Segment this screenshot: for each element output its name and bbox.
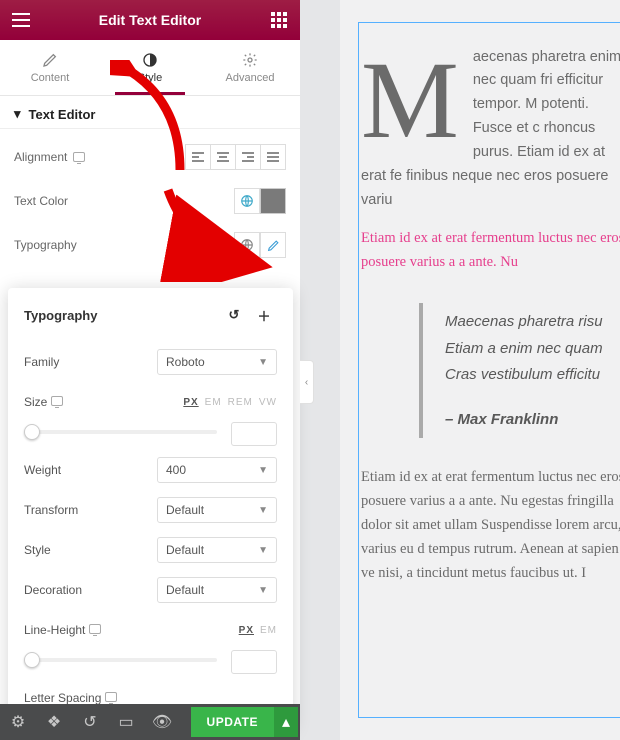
paragraph-highlight: Etiam id ex at erat fermentum luctus nec… (361, 227, 620, 275)
size-slider[interactable] (24, 422, 277, 440)
panel-title: Edit Text Editor (99, 12, 201, 28)
settings-icon[interactable]: ⚙ (0, 704, 36, 740)
paragraph: Etiam id ex at erat fermentum luctus nec… (361, 466, 620, 586)
editor-panel: Edit Text Editor Content Style Advanced … (0, 0, 300, 740)
lineheight-label: Line-Height (24, 623, 85, 637)
blockquote: Maecenas pharetra risu Etiam a enim nec … (419, 303, 620, 438)
transform-select[interactable]: Default▼ (157, 497, 277, 523)
popover-title: Typography (24, 308, 97, 323)
chevron-down-icon: ▼ (258, 545, 268, 556)
decoration-select[interactable]: Default▼ (157, 577, 277, 603)
typography-label: Typography (14, 238, 77, 252)
control-text-color: Text Color (14, 179, 286, 223)
paragraph: Maecenas pharetra enim nec quam fri effi… (361, 46, 620, 213)
quote-text: Maecenas pharetra risu Etiam a enim nec … (445, 313, 603, 383)
control-typography: Typography (14, 223, 286, 267)
reset-button[interactable]: ↺ (221, 302, 247, 328)
panel-header: Edit Text Editor (0, 0, 300, 40)
text-editor-widget[interactable]: Maecenas pharetra enim nec quam fri effi… (358, 22, 620, 718)
add-button[interactable]: ＋ (251, 302, 277, 328)
tab-label: Style (138, 72, 162, 84)
responsive-icon[interactable] (51, 396, 63, 406)
align-center-button[interactable] (210, 144, 236, 170)
size-units[interactable]: PXEMREMVW (183, 397, 277, 408)
size-input[interactable] (231, 422, 277, 446)
family-label: Family (24, 355, 59, 369)
tab-advanced[interactable]: Advanced (200, 40, 300, 95)
responsive-icon[interactable] (73, 152, 85, 162)
chevron-down-icon: ▼ (258, 465, 268, 476)
panel-footer: ⚙ ❖ ↺ ▭ 👁 UPDATE ▴ (0, 704, 300, 740)
size-label: Size (24, 395, 47, 409)
tabs: Content Style Advanced (0, 40, 300, 96)
control-alignment: Alignment (14, 135, 286, 179)
alignment-buttons (185, 144, 286, 170)
style-label: Style (24, 543, 51, 557)
section-title: Text Editor (29, 107, 96, 122)
responsive-icon[interactable] (105, 692, 117, 702)
section-header[interactable]: ▾ Text Editor (0, 96, 300, 129)
edit-typography-button[interactable] (260, 232, 286, 258)
lh-units[interactable]: PXEM (239, 625, 277, 636)
style-select[interactable]: Default▼ (157, 537, 277, 563)
responsive-icon[interactable] (89, 624, 101, 634)
controls: Alignment Text Color Typography (0, 129, 300, 267)
lineheight-slider[interactable] (24, 650, 277, 668)
responsive-mode-icon[interactable]: ▭ (108, 704, 144, 740)
weight-select[interactable]: 400▼ (157, 457, 277, 483)
alignment-label: Alignment (14, 150, 67, 164)
weight-label: Weight (24, 463, 61, 477)
family-select[interactable]: Roboto▼ (157, 349, 277, 375)
history-icon[interactable]: ↺ (72, 704, 108, 740)
preview-icon[interactable]: 👁 (144, 704, 180, 740)
caret-down-icon: ▾ (14, 106, 21, 122)
chevron-down-icon: ▼ (258, 585, 268, 596)
quote-author: – Max Franklinn (445, 407, 620, 433)
tab-label: Advanced (226, 72, 275, 84)
chevron-down-icon: ▼ (258, 505, 268, 516)
typography-popover: Typography ↺ ＋ Family Roboto▼ Size PXEMR… (8, 288, 293, 728)
transform-label: Transform (24, 503, 78, 517)
tab-content[interactable]: Content (0, 40, 100, 95)
lineheight-input[interactable] (231, 650, 277, 674)
align-justify-button[interactable] (260, 144, 286, 170)
chevron-down-icon: ▼ (258, 357, 268, 368)
collapse-handle[interactable]: ‹ (300, 360, 314, 404)
decoration-label: Decoration (24, 583, 82, 597)
tab-style[interactable]: Style (100, 40, 200, 95)
color-swatch[interactable] (260, 188, 286, 214)
update-button[interactable]: UPDATE (191, 707, 274, 737)
textcolor-label: Text Color (14, 194, 68, 208)
update-dropdown[interactable]: ▴ (274, 707, 298, 737)
menu-icon[interactable] (4, 3, 38, 37)
align-left-button[interactable] (185, 144, 211, 170)
global-color-button[interactable] (234, 188, 260, 214)
letterspacing-label: Letter Spacing (24, 691, 101, 705)
navigator-icon[interactable]: ❖ (36, 704, 72, 740)
dropcap: M (361, 46, 473, 144)
apps-icon[interactable] (262, 3, 296, 37)
preview-canvas: Maecenas pharetra enim nec quam fri effi… (340, 0, 620, 740)
global-typography-button[interactable] (234, 232, 260, 258)
tab-label: Content (31, 72, 70, 84)
align-right-button[interactable] (235, 144, 261, 170)
